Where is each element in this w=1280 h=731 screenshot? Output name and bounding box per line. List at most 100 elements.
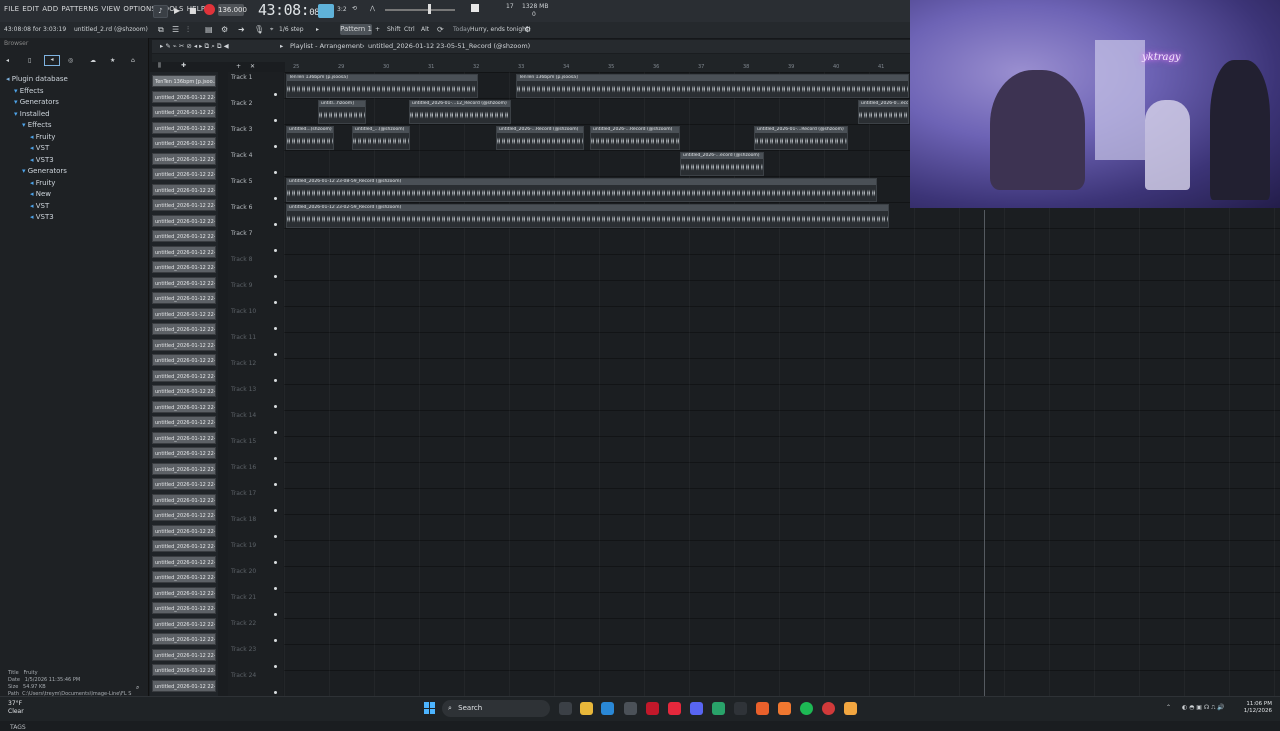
track-label[interactable]: Track 9 — [231, 282, 252, 289]
track-label[interactable]: Track 18 — [231, 516, 256, 523]
arrow-right-icon[interactable]: ➜ — [238, 25, 245, 34]
file-explorer-icon[interactable] — [580, 702, 593, 715]
capcut-icon[interactable] — [734, 702, 747, 715]
browser-tree-item[interactable]: ◂ VST3 — [6, 155, 68, 167]
picker-item[interactable]: untitled_2026-01-12 22-... — [152, 199, 216, 211]
audio-clip[interactable]: untitled_2026-...Record (@shzoom) — [496, 126, 584, 150]
track-label[interactable]: Track 16 — [231, 464, 256, 471]
audio-clip[interactable]: untitled_...(@shzoom) — [352, 126, 410, 150]
picker-item[interactable]: untitled_2026-01-12 22-... — [152, 416, 216, 428]
menu-item[interactable]: OPTIONS — [123, 5, 156, 13]
menu-item[interactable]: ADD — [42, 5, 58, 13]
microphone-icon[interactable]: 🎙 — [254, 25, 264, 34]
picker-item[interactable]: untitled_2026-01-12 22-... — [152, 586, 216, 599]
track-label[interactable]: Track 21 — [231, 594, 256, 601]
picker-item[interactable]: untitled_2026-01-12 22-... — [152, 540, 216, 552]
picker-item[interactable]: untitled_2026-01-12 22-... — [152, 307, 216, 320]
playlist-icon[interactable]: ⧉ — [158, 25, 164, 35]
start-icon[interactable] — [424, 702, 436, 714]
picker-item[interactable]: untitled_2026-01-12 22-... — [152, 292, 216, 304]
track-label[interactable]: Track 4 — [231, 152, 252, 159]
menu-item[interactable]: FILE — [4, 5, 19, 13]
metronome-button[interactable] — [318, 4, 334, 18]
audio-clip[interactable]: TenTen 136bpm [p.jsoosa] — [286, 74, 478, 98]
app-orange-icon[interactable] — [756, 702, 769, 715]
piano-roll-icon[interactable]: ☰ — [172, 25, 179, 34]
track-mute-dot[interactable] — [274, 457, 277, 460]
browser-tree-item[interactable]: ▾ Effects — [6, 86, 68, 98]
picker-item[interactable]: untitled_2026-01-12 22-... — [152, 602, 216, 614]
news-icon[interactable]: ⟳ — [437, 25, 444, 34]
track-label[interactable]: Track 5 — [231, 178, 252, 185]
track-label[interactable]: Track 22 — [231, 620, 256, 627]
track-mute-dot[interactable] — [274, 665, 277, 668]
picker-item[interactable]: untitled_2026-01-12 22-... — [152, 633, 216, 645]
track-label[interactable]: Track 8 — [231, 256, 252, 263]
picker-item[interactable]: untitled_2026-01-12 22-... — [152, 555, 216, 568]
picker-item[interactable]: untitled_2026-01-12 22-... — [152, 493, 216, 506]
picker-item[interactable]: untitled_2026-01-12 22-... — [152, 571, 216, 583]
track-mute-dot[interactable] — [274, 405, 277, 408]
track-label[interactable]: Track 20 — [231, 568, 256, 575]
fl-studio-icon[interactable] — [844, 702, 857, 715]
audio-clip[interactable]: untitled...(shzoom) — [286, 126, 334, 150]
target-icon[interactable]: ◎ — [68, 57, 73, 64]
picker-item[interactable]: untitled_2026-01-12 22-... — [152, 183, 216, 196]
browser-tree-item[interactable]: ▾ Generators — [6, 97, 68, 109]
track-mute-dot[interactable] — [274, 431, 277, 434]
file-icon[interactable]: ▯ — [28, 57, 31, 64]
browser-tree-item[interactable]: ▾ Effects — [6, 120, 68, 132]
track-mute-dot[interactable] — [274, 119, 277, 122]
youtube-icon[interactable] — [668, 702, 681, 715]
track-mute-dot[interactable] — [274, 509, 277, 512]
audio-clip[interactable]: untitled_2026-01-12 23-02-59_Record (@sh… — [286, 204, 889, 228]
edge-icon[interactable] — [712, 702, 725, 715]
master-volume-slider[interactable] — [385, 9, 455, 11]
menu-item[interactable]: EDIT — [22, 5, 39, 13]
audio-clip[interactable]: untitled_2026-01-...12_Record (@shzoom) — [409, 100, 511, 124]
track-label[interactable]: Track 14 — [231, 412, 256, 419]
audio-clip[interactable]: TenTen 136bpm [p.jsoosa] — [516, 74, 909, 98]
browser-tree-item[interactable]: ▾ Generators — [6, 166, 68, 178]
browser-tree-item[interactable]: ◂ VST3 — [6, 212, 68, 224]
picker-item[interactable]: untitled_2026-01-12 22-... — [152, 447, 216, 459]
mixer-icon[interactable]: ▤ — [205, 25, 213, 34]
picker-item[interactable]: untitled_2026-01-12 22-... — [152, 137, 216, 149]
track-mute-dot[interactable] — [274, 587, 277, 590]
tray-chevron-icon[interactable]: ⌃ — [1166, 704, 1171, 711]
track-mute-dot[interactable] — [274, 379, 277, 382]
picker-item[interactable]: untitled_2026-01-12 22-... — [152, 478, 216, 490]
time-display[interactable]: 43:08:08 — [258, 1, 320, 19]
track-label[interactable]: Track 19 — [231, 542, 256, 549]
track-label[interactable]: Track 1 — [231, 74, 252, 81]
arrow-tool-icons[interactable]: ▸ ✎ ⌁ ✂ ⊘ ◂ ▸ ⧉ ⌕ ⧉ ◀ — [160, 42, 229, 51]
track-mute-dot[interactable] — [274, 171, 277, 174]
snap-value[interactable]: 1/6 step — [279, 26, 304, 33]
audio-clip[interactable]: untitled_2026-01-...Record (@shzoom) — [754, 126, 848, 150]
steam-icon[interactable] — [601, 702, 614, 715]
picker-item[interactable]: untitled_2026-01-12 22-... — [152, 261, 216, 273]
audio-clip[interactable]: untitled_2026-0...ecord (@sh... — [858, 100, 909, 124]
back-icon[interactable]: ◂ — [6, 57, 9, 64]
picker-item[interactable]: untitled_2026-01-12 22-... — [152, 400, 216, 413]
browser-tree-item[interactable]: ◂ New — [6, 189, 68, 201]
track-label[interactable]: Track 11 — [231, 334, 256, 341]
pattern-selector[interactable]: Pattern 1 — [340, 24, 372, 35]
stop-icon[interactable]: ■ — [189, 6, 197, 15]
track-label[interactable]: Track 17 — [231, 490, 256, 497]
playlist-arrow-icon[interactable]: ▸ — [280, 42, 283, 50]
plugin-icon[interactable]: ⚙ — [221, 25, 228, 34]
track-label[interactable]: Track 15 — [231, 438, 256, 445]
track-mute-dot[interactable] — [274, 691, 277, 694]
menu-item[interactable]: VIEW — [101, 5, 120, 13]
browser-tree-item[interactable]: ◂ Fruity — [6, 178, 68, 190]
track-label[interactable]: Track 7 — [231, 230, 252, 237]
song-mode-button[interactable]: ♪ — [153, 5, 168, 18]
clock[interactable]: 11:06 PM 1/12/2026 — [1244, 701, 1272, 715]
picker-icon[interactable]: ⫼ — [158, 62, 161, 70]
track-mute-dot[interactable] — [274, 613, 277, 616]
browser-tree-item[interactable]: ◂ Fruity — [6, 132, 68, 144]
track-mute-dot[interactable] — [274, 93, 277, 96]
discord-icon[interactable] — [690, 702, 703, 715]
chrome-icon[interactable] — [822, 702, 835, 715]
